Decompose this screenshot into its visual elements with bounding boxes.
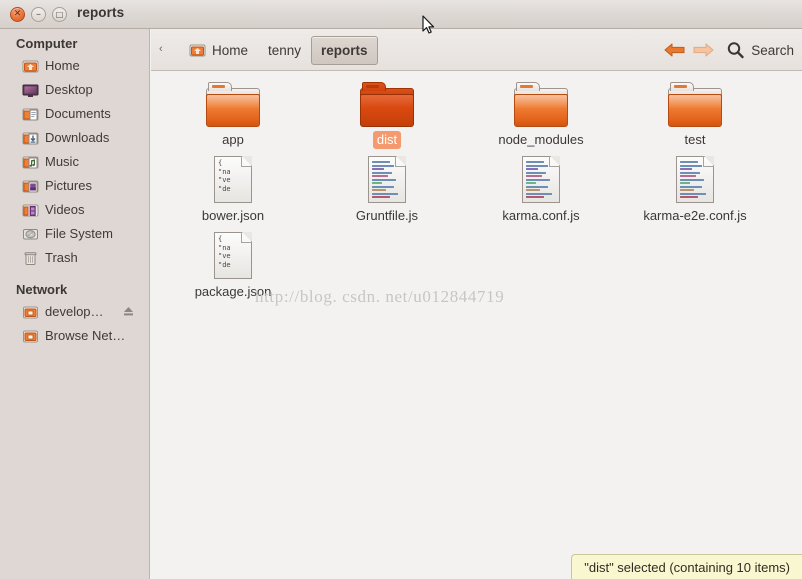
sidebar-item-browse-network[interactable]: Browse Net… [0,324,149,348]
search-icon[interactable] [724,39,748,61]
documents-folder-icon [22,106,39,122]
file-label: dist [372,131,402,149]
home-folder-icon [22,58,39,74]
title-bar: ✕ – □ reports [0,0,802,29]
sidebar-item-label: Videos [45,202,85,217]
maximize-icon: □ [55,10,64,19]
window-title: reports [77,5,125,20]
file-icon-view[interactable]: app dist node_modules test {"na "ve "de… [151,71,802,579]
json-file-icon: { "na "ve "de [157,227,309,279]
sidebar-item-pictures[interactable]: Pictures [0,174,149,198]
file-label: bower.json [201,208,265,223]
drive-icon [22,226,39,242]
file-label: app [222,132,244,147]
sidebar-item-develop[interactable]: develop… [0,300,149,324]
eject-icon[interactable] [122,305,135,318]
music-folder-icon [22,154,39,170]
file-item-app[interactable]: app [157,75,309,149]
watermark-text: http://blog. csdn. net/u012844719 [255,287,505,306]
sidebar-item-label: Music [45,154,79,169]
file-item-karma-conf-js[interactable]: karma.conf.js [465,151,617,225]
back-arrow-icon[interactable] [662,39,688,61]
file-label: karma-e2e.conf.js [643,208,747,223]
path-toolbar: ‹ Home tenny reports Search [151,29,802,71]
status-bar: "dist" selected (containing 10 items) [571,554,802,579]
sidebar-item-music[interactable]: Music [0,150,149,174]
file-manager-window: ✕ – □ reports Computer Home Desktop Docu… [0,0,802,579]
desktop-icon [22,82,39,98]
file-label: test [684,132,706,147]
sidebar-item-label: Desktop [45,82,93,97]
minimize-window-button[interactable]: – [31,7,46,22]
network-share-icon [22,328,39,344]
breadcrumb: Home tenny reports [179,34,378,66]
file-item-dist[interactable]: dist [311,75,463,149]
sidebar-item-label: Pictures [45,178,92,193]
file-label: Gruntfile.js [355,208,419,223]
sidebar-heading-computer: Computer [16,36,78,51]
breadcrumb-item-tenny[interactable]: tenny [258,36,311,65]
sidebar-item-label: Home [45,58,80,73]
maximize-window-button[interactable]: □ [52,7,67,22]
minimize-icon: – [36,9,41,20]
sidebar-item-trash[interactable]: Trash [0,246,149,270]
sidebar-item-desktop[interactable]: Desktop [0,78,149,102]
json-preview-text: { "na "ve "de [218,159,231,193]
file-item-node-modules[interactable]: node_modules [465,75,617,149]
folder-icon [311,75,463,127]
sidebar-item-videos[interactable]: Videos [0,198,149,222]
sidebar-item-label: Trash [45,250,78,265]
json-file-icon: { "na "ve "de [157,151,309,203]
mouse-cursor [422,15,436,35]
breadcrumb-item-home[interactable]: Home [179,36,258,65]
sidebar-item-label: Browse Net… [45,328,126,343]
status-bar-text: "dist" selected (containing 10 items) [584,559,790,575]
navigation-controls: Search [662,38,794,62]
sidebar-item-file-system[interactable]: File System [0,222,149,246]
close-window-button[interactable]: ✕ [10,7,25,22]
folder-icon [465,75,617,127]
sidebar-item-downloads[interactable]: Downloads [0,126,149,150]
trash-icon [22,250,39,266]
file-item-karma-e2e-conf-js[interactable]: karma-e2e.conf.js [619,151,771,225]
home-folder-icon [189,42,206,58]
file-item-bower-json[interactable]: { "na "ve "de bower.json [157,151,309,225]
close-icon: ✕ [13,9,22,19]
sidebar-item-documents[interactable]: Documents [0,102,149,126]
breadcrumb-overflow-icon[interactable]: ‹ [159,43,163,55]
breadcrumb-label: Home [212,42,249,58]
sidebar-item-label: Documents [45,106,111,121]
sidebar-item-label: File System [45,226,113,241]
script-file-icon [619,151,771,203]
script-file-icon [311,151,463,203]
breadcrumb-label: reports [321,42,368,58]
sidebar-item-label: develop… [45,304,104,319]
folder-icon [157,75,309,127]
breadcrumb-item-reports[interactable]: reports [311,35,378,65]
sidebar-item-home[interactable]: Home [0,54,149,78]
file-item-test[interactable]: test [619,75,771,149]
file-item-gruntfile-js[interactable]: Gruntfile.js [311,151,463,225]
sidebar-heading-network: Network [16,282,68,297]
sidebar-item-label: Downloads [45,130,110,145]
videos-folder-icon [22,202,39,218]
places-sidebar[interactable]: Computer Home Desktop Documents Download… [0,29,150,579]
breadcrumb-label: tenny [268,42,302,58]
pictures-folder-icon [22,178,39,194]
file-label: node_modules [498,132,584,147]
forward-arrow-icon[interactable] [690,39,716,61]
script-file-icon [465,151,617,203]
json-preview-text: { "na "ve "de [218,235,231,269]
file-label: karma.conf.js [502,208,580,223]
search-button-label[interactable]: Search [751,43,794,58]
folder-icon [619,75,771,127]
downloads-folder-icon [22,130,39,146]
network-share-icon [22,304,39,320]
